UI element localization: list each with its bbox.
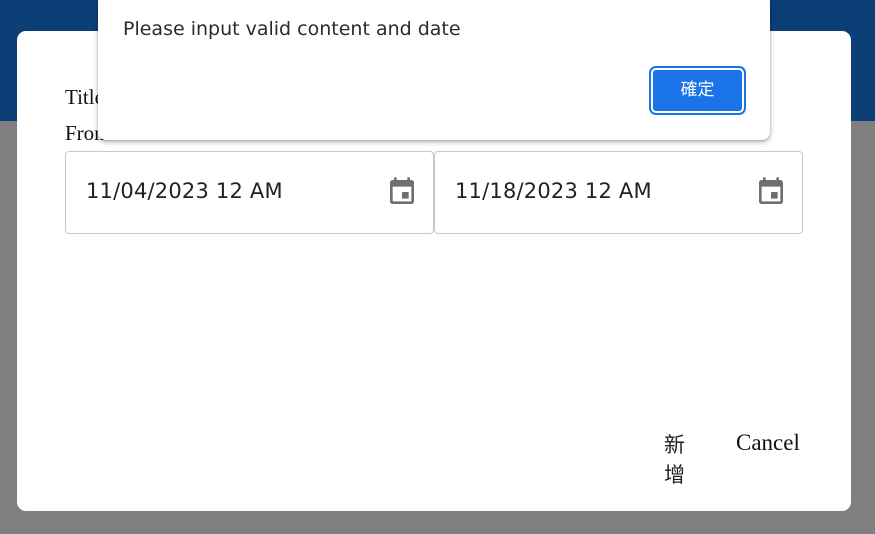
end-date-input[interactable]: 11/18/2023 12 AM [434,151,803,234]
add-button[interactable]: 新增 [664,429,685,489]
calendar-icon[interactable] [755,176,787,208]
start-date-input[interactable]: 11/04/2023 12 AM [65,151,434,234]
alert-ok-button[interactable]: 確定 [651,68,744,113]
calendar-icon[interactable] [386,176,418,208]
alert-dialog: Please input valid content and date 確定 [98,0,770,140]
alert-message: Please input valid content and date [123,18,461,40]
cancel-button[interactable]: Cancel [736,430,800,456]
start-date-value: 11/04/2023 12 AM [86,179,283,203]
end-date-value: 11/18/2023 12 AM [455,179,652,203]
